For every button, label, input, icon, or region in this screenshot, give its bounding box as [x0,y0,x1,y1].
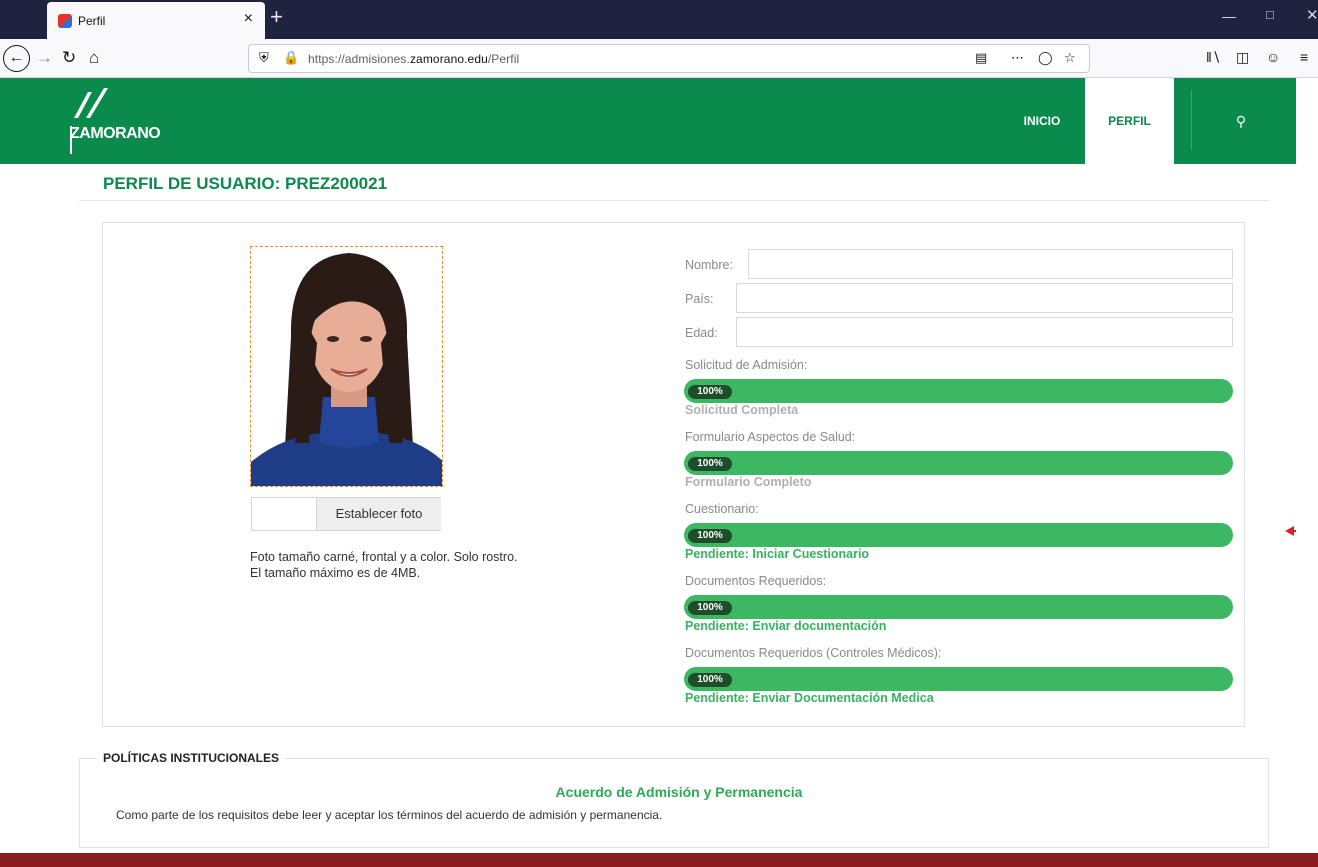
profile-photo [250,246,443,487]
logo-text: ZAMORANO [70,125,161,142]
progress-bar: 100% [684,523,1233,547]
progress-bar: 100% [684,379,1233,403]
nombre-label: Nombre: [685,258,733,272]
progress-percent: 100% [688,673,732,687]
nombre-field[interactable] [748,249,1233,279]
site-header: ZAMORANO INICIO PERFIL ⚲ [0,78,1296,164]
photo-upload-field[interactable]: Establecer foto [251,497,441,531]
policies-text: Como parte de los requisitos debe leer y… [116,808,663,822]
tab-close-icon[interactable]: × [244,11,253,27]
sidebar-icon[interactable]: ◫ [1236,49,1249,66]
footer-band [0,853,1318,867]
minimize-icon[interactable]: — [1222,8,1236,24]
page-right-margin [1296,78,1318,867]
edad-label: Edad: [685,326,718,340]
browser-tab[interactable]: Perfil × [47,2,265,39]
new-tab-button[interactable]: + [270,5,283,29]
pais-field[interactable] [736,283,1233,313]
shield-icon[interactable]: ⛨ [259,50,269,66]
title-divider [79,200,1269,201]
lock-icon[interactable]: 🔒 [283,50,299,66]
close-window-icon[interactable]: ✕ [1306,6,1318,24]
photo-instructions: Foto tamaño carné, frontal y a color. So… [250,550,518,580]
nav-inicio[interactable]: INICIO [1009,78,1075,164]
forward-arrow-icon[interactable]: → [36,45,53,71]
progress-status: Formulario Completo [685,475,812,489]
progress-bar: 100% [684,667,1233,691]
controles-medicos-status-link[interactable]: Pendiente: Enviar Documentación Medica [685,691,934,705]
url-bar[interactable]: ⛨ 🔒 https://admisiones.zamorano.edu/Perf… [248,44,1090,73]
page-actions-icon[interactable]: ⋯ [1011,50,1025,66]
menu-icon[interactable]: ≡ [1300,49,1308,65]
tab-title: Perfil [78,14,106,28]
progress-label: Documentos Requeridos: [685,574,827,588]
reload-icon[interactable]: ↻ [62,45,76,71]
pocket-icon[interactable]: ◯ [1038,50,1053,66]
edad-field[interactable] [736,317,1233,347]
bookmark-star-icon[interactable]: ☆ [1064,50,1076,66]
pais-label: País: [685,292,714,306]
admission-agreement-link[interactable]: Acuerdo de Admisión y Permanencia [0,784,1318,800]
progress-bar: 100% [684,595,1233,619]
progress-status: Solicitud Completa [685,403,799,417]
progress-percent: 100% [688,601,732,615]
policies-legend: POLÍTICAS INSTITUCIONALES [97,751,286,765]
library-icon[interactable]: ‖∖ [1206,49,1221,66]
browser-toolbar: ← → ↻ ⌂ ⛨ 🔒 https://admisiones.zamorano.… [0,39,1318,78]
progress-percent: 100% [688,529,732,543]
progress-label: Solicitud de Admisión: [685,358,808,372]
set-photo-button[interactable]: Establecer foto [316,498,441,530]
account-icon[interactable]: ☺ [1266,49,1280,65]
progress-percent: 100% [688,457,732,471]
maximize-icon[interactable]: □ [1266,7,1274,22]
documentos-status-link[interactable]: Pendiente: Enviar documentación [685,619,886,633]
progress-label: Formulario Aspectos de Salud: [685,430,856,444]
nav-divider [1191,90,1192,150]
search-icon[interactable]: ⚲ [1226,78,1256,164]
nav-perfil[interactable]: PERFIL [1085,78,1174,164]
site-favicon-icon [58,14,72,28]
policies-panel [79,758,1269,848]
home-icon[interactable]: ⌂ [89,45,99,71]
zamorano-logo-icon[interactable] [66,82,176,162]
page-title: PERFIL DE USUARIO: PREZ200021 [103,174,388,193]
reader-view-icon[interactable]: ▤ [975,50,987,66]
back-arrow-icon[interactable]: ← [3,45,30,72]
progress-label: Cuestionario: [685,502,759,516]
progress-label: Documentos Requeridos (Controles Médicos… [685,646,942,660]
progress-percent: 100% [688,385,732,399]
cuestionario-status-link[interactable]: Pendiente: Iniciar Cuestionario [685,547,869,561]
progress-bar: 100% [684,451,1233,475]
url-text[interactable]: https://admisiones.zamorano.edu/Perfil [308,52,519,66]
browser-tabbar: Perfil × + — □ ✕ [0,0,1318,39]
